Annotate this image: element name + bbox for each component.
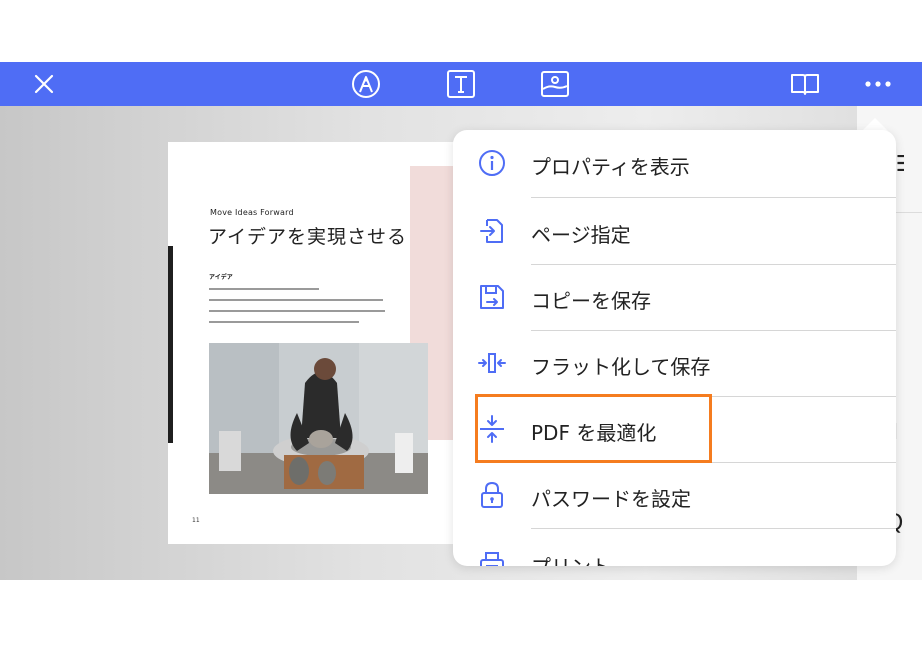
print-icon <box>480 552 504 566</box>
info-icon <box>479 150 505 176</box>
page-subheading: アイデア <box>209 274 233 281</box>
pen-icon[interactable] <box>349 62 383 106</box>
image-icon[interactable] <box>538 62 572 106</box>
body-line <box>209 299 383 301</box>
page-eyebrow: Move Ideas Forward <box>210 208 294 217</box>
close-icon[interactable] <box>28 62 60 106</box>
more-icon[interactable] <box>860 62 896 106</box>
menu-item-label: ページ指定 <box>531 223 631 247</box>
menu-item-label: プロパティを表示 <box>531 155 690 179</box>
menu-item-print[interactable]: プリント <box>453 528 896 566</box>
body-line <box>209 310 385 312</box>
menu-item-flatten-save[interactable]: フラット化して保存 <box>453 330 896 397</box>
body-line <box>209 321 359 323</box>
more-menu-popover: プロパティを表示 ページ指定 コピーを保存 フラット化して保存 PDF を最適化… <box>453 130 896 566</box>
top-toolbar <box>0 62 922 106</box>
menu-item-save-copy[interactable]: コピーを保存 <box>453 264 896 331</box>
flatten-icon <box>478 353 506 373</box>
highlight-box <box>475 394 712 463</box>
menu-item-label: パスワードを設定 <box>531 487 691 511</box>
page-accent-bar <box>168 246 173 443</box>
page-title: アイデアを実現させる <box>208 226 408 248</box>
book-icon[interactable] <box>788 62 822 106</box>
menu-item-label: プリント <box>531 551 611 566</box>
save-copy-icon <box>480 285 504 309</box>
go-to-page-icon <box>480 219 503 243</box>
lock-icon <box>481 481 503 508</box>
menu-item-label: コピーを保存 <box>531 289 651 313</box>
menu-item-label: フラット化して保存 <box>531 355 711 379</box>
body-line <box>209 288 319 290</box>
page-number: 11 <box>192 517 200 524</box>
menu-item-go-to-page[interactable]: ページ指定 <box>453 198 896 265</box>
text-icon[interactable] <box>444 62 478 106</box>
menu-item-properties[interactable]: プロパティを表示 <box>453 130 896 198</box>
menu-item-set-password[interactable]: パスワードを設定 <box>453 462 896 529</box>
pottery-photo <box>209 343 428 494</box>
